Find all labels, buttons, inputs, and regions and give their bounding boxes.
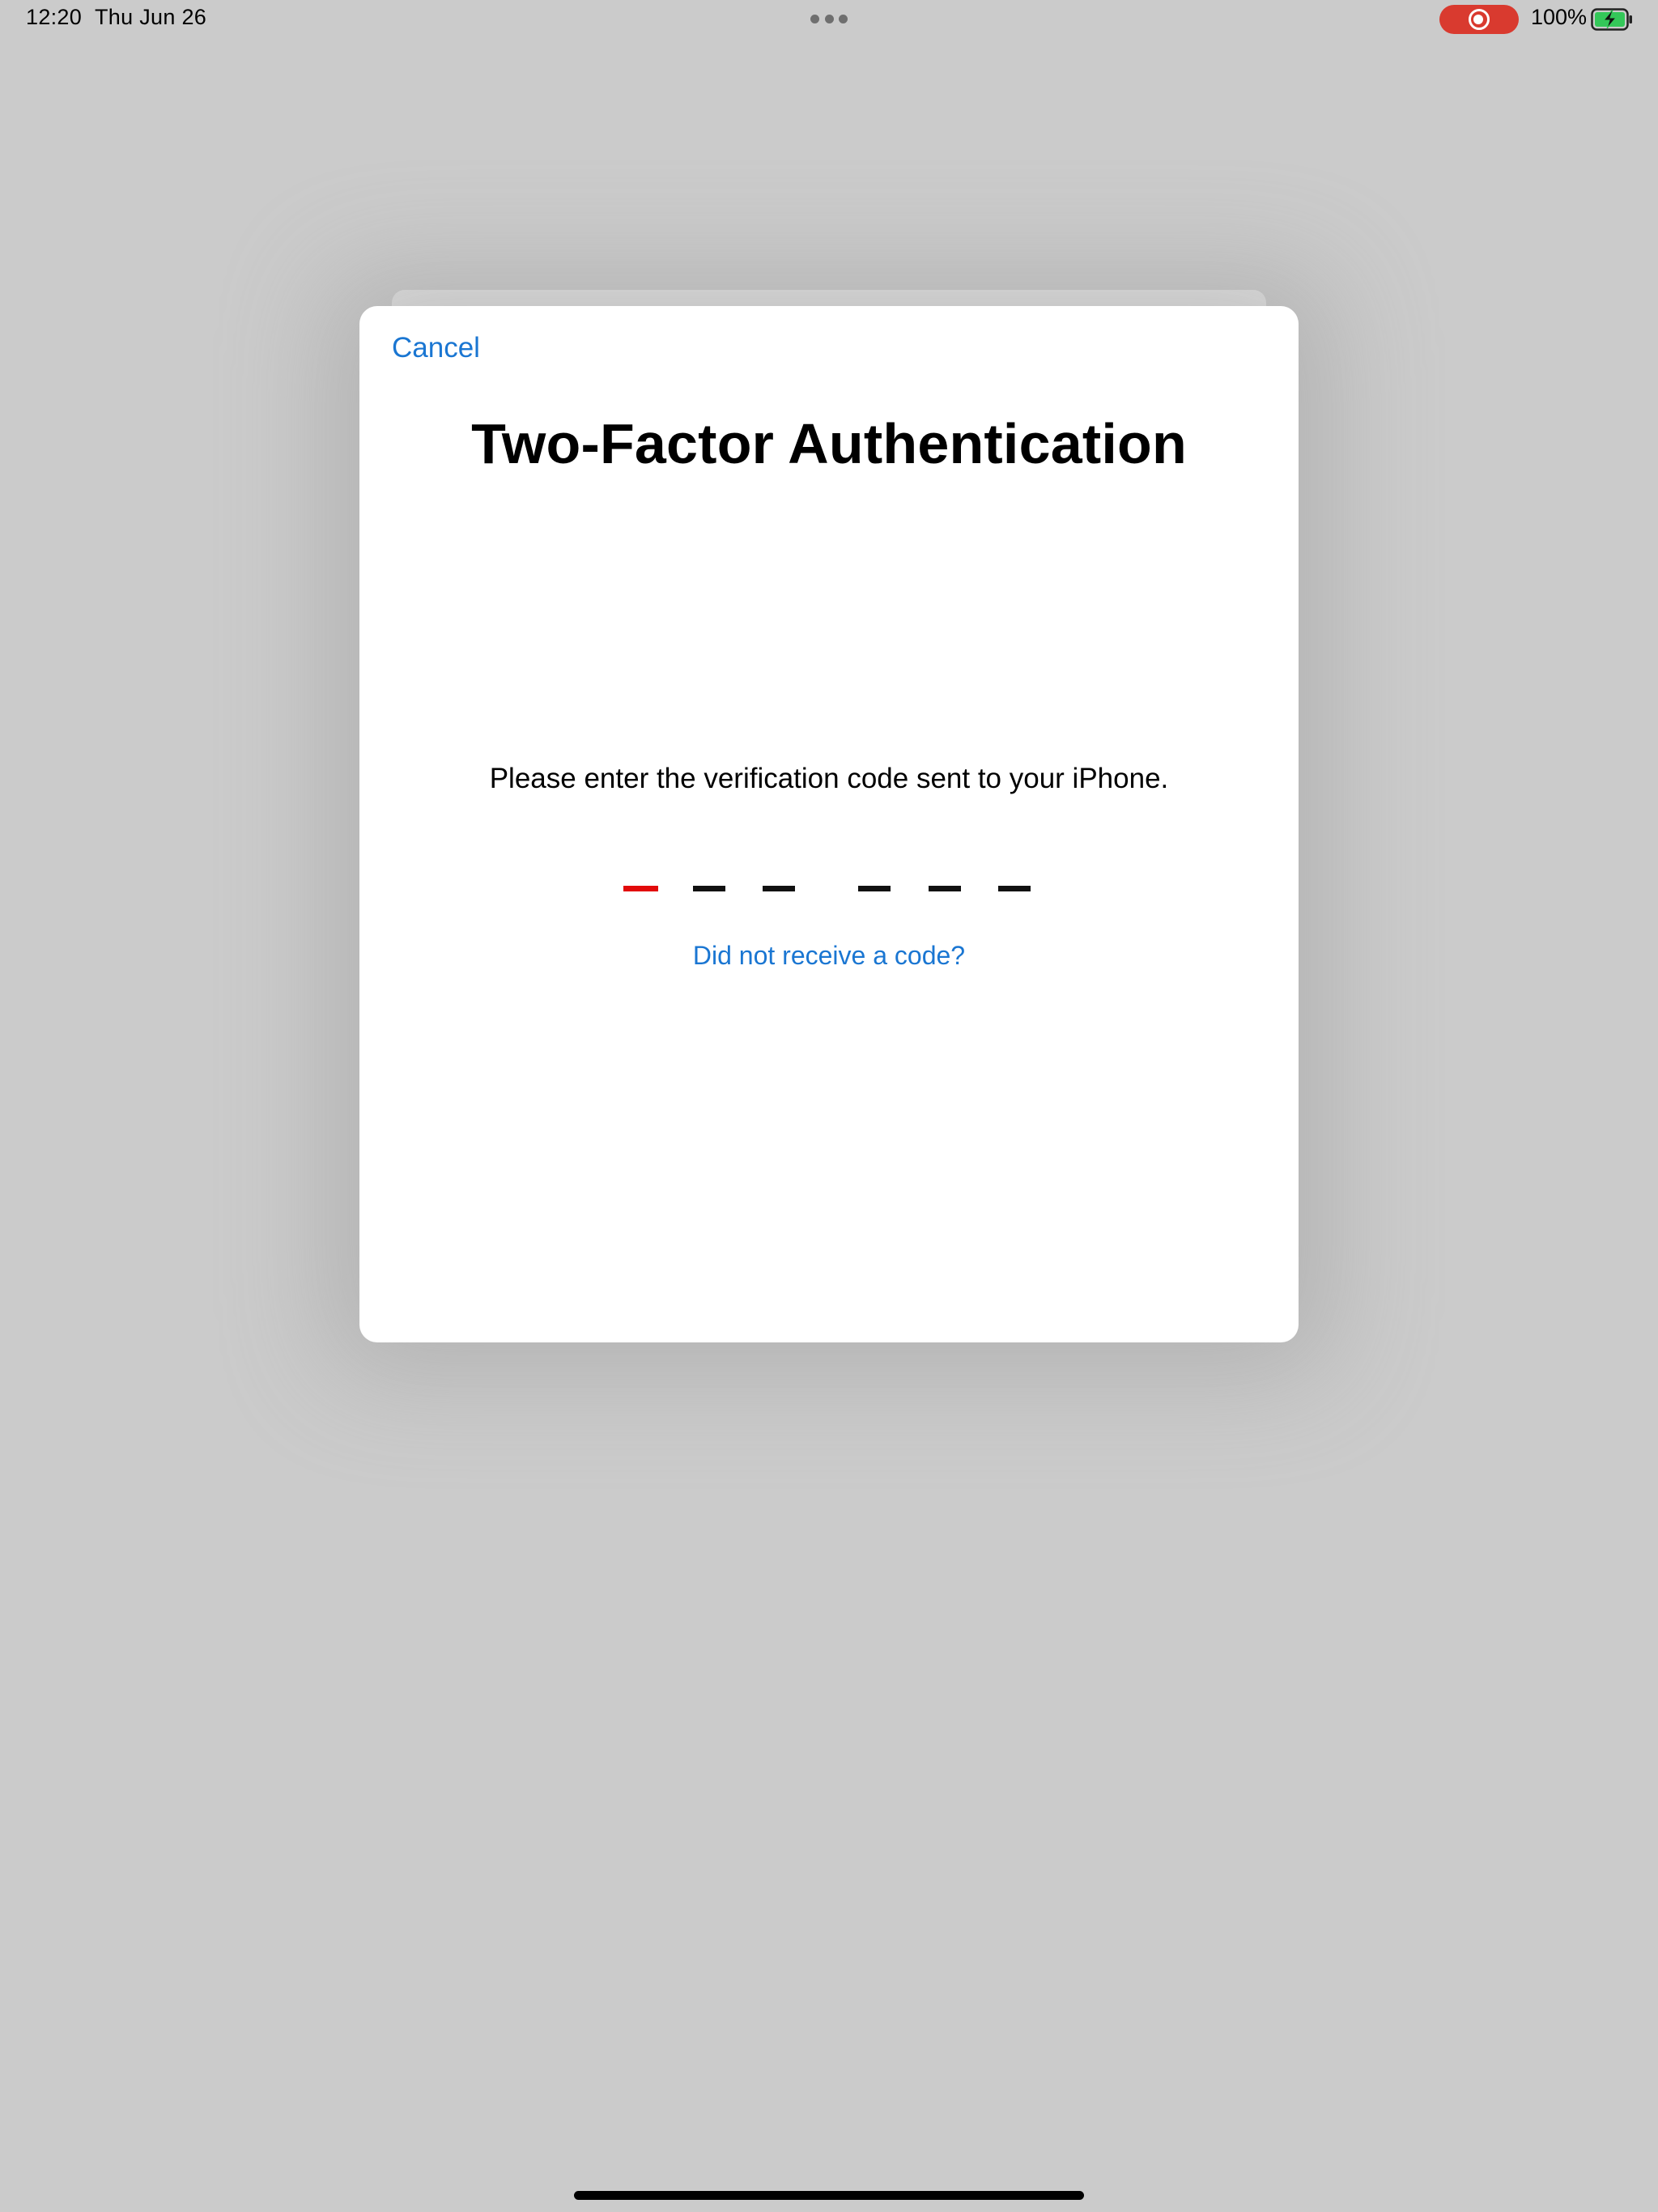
battery-percentage: 100% bbox=[1531, 5, 1588, 29]
screen-recording-icon[interactable] bbox=[1439, 5, 1519, 34]
instructions-text: Please enter the verification code sent … bbox=[489, 763, 1169, 794]
status-bar: 12:20 Thu Jun 26 100% bbox=[0, 0, 1658, 39]
code-digit-slot-2[interactable] bbox=[693, 886, 725, 891]
resend-code-link[interactable]: Did not receive a code? bbox=[359, 941, 1299, 971]
multitasking-dots-icon[interactable] bbox=[810, 15, 848, 24]
cancel-button[interactable]: Cancel bbox=[392, 332, 480, 364]
verification-code-input[interactable] bbox=[623, 865, 1036, 913]
code-digit-slot-4[interactable] bbox=[858, 886, 891, 891]
code-digit-slot-6[interactable] bbox=[998, 886, 1031, 891]
status-time: 12:20 bbox=[26, 5, 83, 29]
home-indicator[interactable] bbox=[574, 2191, 1084, 2200]
code-digit-slot-3[interactable] bbox=[763, 886, 795, 891]
code-digit-slot-5[interactable] bbox=[929, 886, 961, 891]
code-digit-slot-1[interactable] bbox=[623, 886, 658, 891]
battery-charging-icon bbox=[1591, 8, 1632, 31]
two-factor-dialog: Cancel Two-Factor Authentication Please … bbox=[359, 306, 1299, 1342]
status-date: Thu Jun 26 bbox=[95, 5, 207, 29]
dialog-title: Two-Factor Authentication bbox=[471, 412, 1187, 475]
